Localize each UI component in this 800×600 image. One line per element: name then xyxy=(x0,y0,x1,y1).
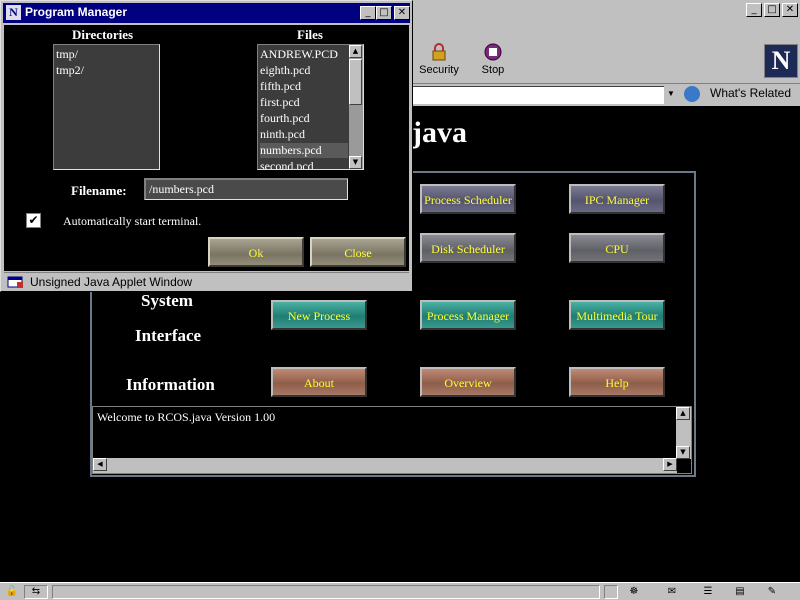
applet-status-text: Unsigned Java Applet Window xyxy=(30,275,193,289)
console-vertical-scrollbar[interactable]: ▲ ▼ xyxy=(676,407,691,459)
stop-label: Stop xyxy=(481,64,505,76)
cpu-button[interactable]: CPU xyxy=(569,233,665,263)
program-manager-title-bar[interactable]: N Program Manager _ □ ✕ xyxy=(3,3,410,23)
whats-related-label: What's Related xyxy=(710,86,791,101)
browser-menu-bar xyxy=(412,22,800,38)
filename-label: Filename: xyxy=(71,183,127,198)
list-item[interactable]: ANDREW.PCD xyxy=(260,47,338,62)
scroll-up-arrow-icon[interactable]: ▲ xyxy=(676,407,690,420)
program-manager-title: Program Manager xyxy=(25,5,128,19)
navigator-icon[interactable]: ☸ xyxy=(626,585,642,599)
scroll-up-arrow-icon[interactable]: ▲ xyxy=(349,45,362,58)
applet-status-bar: Unsigned Java Applet Window xyxy=(4,272,409,290)
page-heading: java xyxy=(412,116,467,149)
minimize-button[interactable]: _ xyxy=(360,6,376,20)
row-label-information: Information xyxy=(126,375,215,394)
discussion-icon[interactable]: ☰ xyxy=(700,585,716,599)
files-scrollbar[interactable]: ▲ ▼ xyxy=(349,45,363,169)
list-item[interactable]: tmp2/ xyxy=(56,63,84,78)
list-item[interactable]: fourth.pcd xyxy=(260,111,310,126)
scroll-down-arrow-icon[interactable]: ▼ xyxy=(676,446,690,459)
status-divider xyxy=(604,585,618,599)
list-item[interactable]: second.pcd xyxy=(260,159,314,169)
browser-maximize-button[interactable]: □ xyxy=(764,3,780,17)
url-dropdown-button[interactable]: ▼ xyxy=(664,86,678,104)
browser-status-bar: 🔓 ⇆ ☸ ✉ ☰ ▤ ✎ xyxy=(0,582,800,600)
files-label: Files xyxy=(297,27,323,42)
whats-related-button[interactable]: What's Related xyxy=(684,86,791,102)
filename-input[interactable]: /numbers.pcd xyxy=(144,178,348,200)
list-item-selected[interactable]: numbers.pcd xyxy=(260,143,348,158)
security-button[interactable]: Security xyxy=(414,42,464,76)
list-item[interactable]: tmp/ xyxy=(56,47,78,62)
auto-start-label: Automatically start terminal. xyxy=(63,214,202,228)
multimedia-tour-button[interactable]: Multimedia Tour xyxy=(569,300,665,330)
close-button[interactable]: Close xyxy=(310,237,406,267)
browser-minimize-button[interactable]: _ xyxy=(746,3,762,17)
scroll-right-arrow-icon[interactable]: ▶ xyxy=(663,458,677,471)
mail-icon[interactable]: ✉ xyxy=(664,585,680,599)
scroll-left-arrow-icon[interactable]: ◀ xyxy=(93,458,107,471)
scroll-down-arrow-icon[interactable]: ▼ xyxy=(349,156,362,169)
overview-button[interactable]: Overview xyxy=(420,367,516,397)
netscape-app-icon: N xyxy=(6,5,21,20)
process-manager-button[interactable]: Process Manager xyxy=(420,300,516,330)
connection-icon: ⇆ xyxy=(31,586,41,597)
checkmark-icon: ✔ xyxy=(28,213,39,227)
browser-toolbar: Security Stop xyxy=(412,38,800,84)
program-manager-window: N Program Manager _ □ ✕ Directories File… xyxy=(0,0,413,292)
directories-label: Directories xyxy=(72,27,134,42)
status-message-area xyxy=(52,585,600,599)
browser-close-button[interactable]: ✕ xyxy=(782,3,798,17)
maximize-button[interactable]: □ xyxy=(376,6,392,20)
about-button[interactable]: About xyxy=(271,367,367,397)
new-process-button[interactable]: New Process xyxy=(271,300,367,330)
console-textarea[interactable]: Welcome to RCOS.java Version 1.00 ▲ ▼ ◀ … xyxy=(92,406,692,474)
stop-button[interactable]: Stop xyxy=(468,42,518,76)
console-text: Welcome to RCOS.java Version 1.00 xyxy=(97,410,276,424)
process-scheduler-button[interactable]: Process Scheduler xyxy=(420,184,516,214)
ipc-manager-button[interactable]: IPC Manager xyxy=(569,184,665,214)
disk-scheduler-button[interactable]: Disk Scheduler xyxy=(420,233,516,263)
location-bar: ▼ What's Related xyxy=(412,84,800,106)
list-item[interactable]: fifth.pcd xyxy=(260,79,301,94)
security-label: Security xyxy=(419,64,459,76)
list-item[interactable]: eighth.pcd xyxy=(260,63,310,78)
edit-icon[interactable]: ✎ xyxy=(764,585,780,599)
list-item[interactable]: ninth.pcd xyxy=(260,127,305,142)
padlock-icon xyxy=(432,43,446,61)
lock-status-icon[interactable]: 🔓 xyxy=(4,585,20,599)
row-label-interface: Interface xyxy=(135,326,202,345)
composer-icon[interactable]: ▤ xyxy=(732,585,748,599)
ok-button[interactable]: Ok xyxy=(208,237,304,267)
auto-start-checkbox[interactable]: ✔ xyxy=(26,213,41,228)
globe-icon xyxy=(684,86,700,102)
browser-title-bar: _ □ ✕ xyxy=(412,0,800,22)
list-item[interactable]: first.pcd xyxy=(260,95,300,110)
netscape-logo[interactable]: N xyxy=(764,44,798,78)
url-input[interactable] xyxy=(412,86,664,104)
help-button[interactable]: Help xyxy=(569,367,665,397)
directories-list[interactable]: tmp/ tmp2/ xyxy=(53,44,160,170)
console-horizontal-scrollbar[interactable]: ◀ ▶ xyxy=(93,458,677,473)
row-label-system: System xyxy=(141,291,193,310)
files-list[interactable]: ANDREW.PCD eighth.pcd fifth.pcd first.pc… xyxy=(257,44,364,170)
close-window-button[interactable]: ✕ xyxy=(394,6,410,20)
java-warning-icon xyxy=(7,276,23,288)
connection-status: ⇆ xyxy=(24,585,48,599)
stop-icon xyxy=(484,43,502,61)
program-manager-body: Directories Files tmp/ tmp2/ ANDREW.PCD … xyxy=(4,25,409,271)
scroll-thumb[interactable] xyxy=(349,59,362,105)
